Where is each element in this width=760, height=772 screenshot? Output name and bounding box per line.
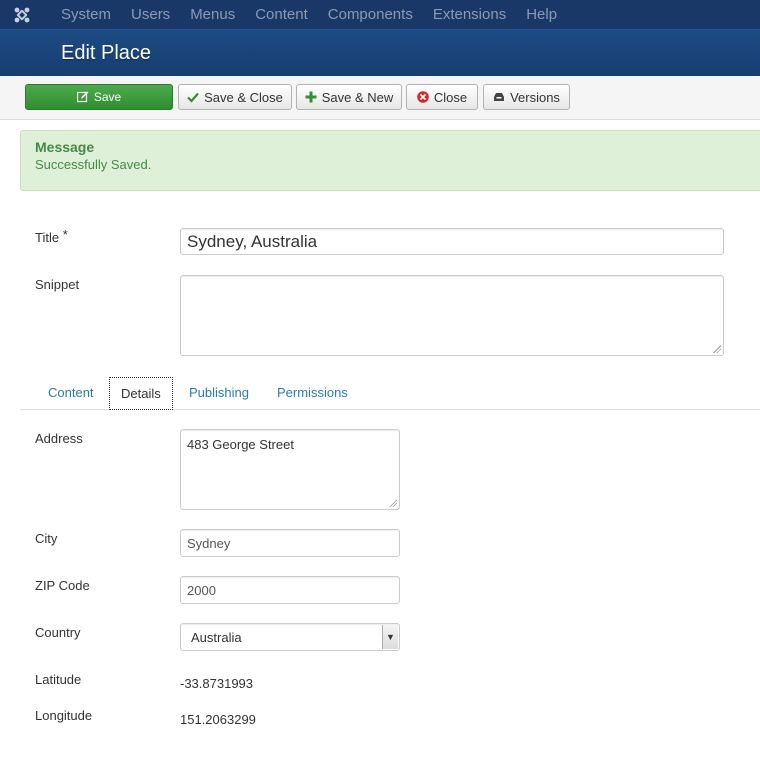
save-close-button[interactable]: Save & Close	[178, 84, 292, 110]
save-button[interactable]: Save	[25, 84, 173, 110]
city-field[interactable]: Sydney	[180, 529, 400, 557]
zip-field[interactable]: 2000	[180, 576, 400, 604]
close-circle-icon	[417, 91, 429, 103]
tab-content[interactable]: Content	[48, 377, 94, 410]
address-textarea[interactable]: 483 George Street	[180, 429, 400, 510]
message-text: Successfully Saved.	[35, 157, 152, 172]
archive-icon	[493, 91, 505, 103]
edit-icon	[76, 91, 89, 103]
latitude-label: Latitude	[35, 672, 82, 687]
success-message: Message Successfully Saved.	[20, 130, 760, 191]
snippet-label: Snippet	[35, 277, 80, 292]
title-field[interactable]: Sydney, Australia	[180, 228, 724, 255]
menu-extensions[interactable]: Extensions	[433, 0, 506, 29]
latitude-value: -33.8731993	[180, 676, 254, 691]
city-value: Sydney	[187, 535, 231, 551]
page-header: Edit Place	[0, 29, 760, 76]
close-label: Close	[433, 89, 468, 105]
tab-details[interactable]: Details	[109, 377, 173, 410]
required-mark: *	[62, 227, 68, 242]
close-button[interactable]: Close	[406, 84, 478, 110]
menu-content[interactable]: Content	[255, 0, 308, 29]
menu-components[interactable]: Components	[328, 0, 413, 29]
tab-permissions[interactable]: Permissions	[277, 377, 348, 410]
joomla-logo-icon[interactable]	[0, 0, 44, 29]
address-label: Address	[35, 431, 83, 446]
title-label-text: Title	[35, 230, 60, 245]
city-label: City	[35, 531, 58, 546]
menu-menus[interactable]: Menus	[190, 0, 235, 29]
country-select[interactable]: Australia ▼	[180, 623, 400, 651]
menu-users[interactable]: Users	[131, 0, 170, 29]
longitude-value: 151.2063299	[180, 712, 256, 727]
save-new-button[interactable]: Save & New	[296, 84, 402, 110]
longitude-label: Longitude	[35, 708, 93, 723]
menu-system[interactable]: System	[61, 0, 111, 29]
save-close-label: Save & Close	[204, 89, 283, 105]
tab-publishing[interactable]: Publishing	[189, 377, 249, 410]
address-value: 483 George Street	[187, 437, 294, 452]
title-value: Sydney, Australia	[187, 231, 318, 251]
page-title: Edit Place	[61, 42, 152, 64]
resize-grip-icon[interactable]	[389, 499, 397, 507]
message-heading: Message	[35, 139, 95, 155]
country-label: Country	[35, 625, 81, 640]
zip-label: ZIP Code	[35, 578, 90, 593]
checkmark-icon	[187, 91, 199, 103]
snippet-textarea[interactable]	[180, 275, 724, 356]
top-menubar: System Users Menus Content Components Ex…	[0, 0, 760, 29]
menu-help[interactable]: Help	[526, 0, 557, 29]
zip-value: 2000	[187, 582, 216, 598]
chevron-down-icon[interactable]: ▼	[382, 625, 398, 649]
title-label: Title *	[35, 227, 68, 245]
versions-label: Versions	[510, 89, 560, 105]
resize-grip-icon[interactable]	[713, 345, 721, 353]
versions-button[interactable]: Versions	[483, 84, 570, 110]
save-new-label: Save & New	[321, 89, 394, 105]
country-value: Australia	[191, 629, 242, 645]
plus-icon	[305, 91, 317, 103]
save-label: Save	[93, 90, 122, 104]
toolbar: Save Save & Close Save & New Close Versi…	[0, 76, 760, 120]
